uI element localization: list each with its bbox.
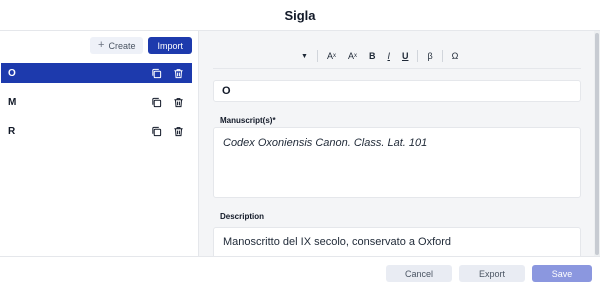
copy-icon[interactable] <box>151 126 162 137</box>
dialog-title: Sigla <box>284 7 316 23</box>
sigla-list: O M R <box>1 63 192 150</box>
manuscripts-label: Manuscript(s)* <box>220 116 276 125</box>
sigla-item-label: M <box>8 96 17 108</box>
list-actions: + Create Import <box>90 37 192 54</box>
trash-icon[interactable] <box>173 126 184 137</box>
create-label: Create <box>108 40 136 51</box>
save-button[interactable]: Save <box>532 265 592 282</box>
bold-button[interactable]: B <box>363 49 382 63</box>
sigla-editor-panel: ▼ Ax Ax B I U β Ω O Manuscript(s)* Codex… <box>199 30 600 256</box>
dialog-header: Sigla <box>0 0 600 30</box>
export-button[interactable]: Export <box>459 265 525 282</box>
sigla-item-r[interactable]: R <box>1 121 192 141</box>
superscript-button[interactable]: Ax <box>321 49 342 63</box>
scrollbar[interactable] <box>594 31 600 256</box>
toolbar-divider <box>316 50 318 62</box>
copy-icon[interactable] <box>151 68 162 79</box>
sigla-item-m[interactable]: M <box>1 92 192 112</box>
sigla-item-label: R <box>8 125 16 137</box>
siglum-field[interactable]: O <box>213 80 581 102</box>
sigla-item-o[interactable]: O <box>1 63 192 83</box>
dialog-footer: Cancel Export Save <box>0 256 600 291</box>
cancel-button[interactable]: Cancel <box>386 265 452 282</box>
description-field[interactable]: Manoscritto del IX secolo, conservato a … <box>213 227 581 256</box>
toolbar-divider <box>441 50 443 62</box>
scrollbar-thumb[interactable] <box>595 33 599 255</box>
subscript-button[interactable]: Ax <box>342 49 363 63</box>
manuscripts-field[interactable]: Codex Oxoniensis Canon. Class. Lat. 101 <box>213 127 581 198</box>
formatting-toolbar: ▼ Ax Ax B I U β Ω <box>295 49 464 63</box>
import-button[interactable]: Import <box>148 37 192 54</box>
toolbar-separator-line <box>213 68 581 69</box>
beta-symbol-button[interactable]: β <box>421 49 438 63</box>
copy-icon[interactable] <box>151 97 162 108</box>
sigla-dialog: Sigla + Create Import O M R ▼ A x A x B … <box>0 0 600 291</box>
trash-icon[interactable] <box>173 97 184 108</box>
import-label: Import <box>157 40 183 51</box>
manuscripts-value: Codex Oxoniensis Canon. Class. Lat. 101 <box>223 137 428 149</box>
trash-icon[interactable] <box>173 68 184 79</box>
dropdown-caret-icon[interactable]: ▼ <box>295 49 314 63</box>
siglum-value: O <box>222 85 231 97</box>
sigla-list-panel: + Create Import O M R <box>0 30 199 256</box>
sigla-item-label: O <box>8 67 16 79</box>
underline-button[interactable]: U <box>396 49 415 63</box>
italic-button[interactable]: I <box>381 49 396 63</box>
plus-icon: + <box>98 39 105 51</box>
create-button[interactable]: + Create <box>90 37 144 54</box>
toolbar-divider <box>417 50 419 62</box>
description-label: Description <box>220 212 265 221</box>
omega-symbol-button[interactable]: Ω <box>446 49 465 63</box>
description-value: Manoscritto del IX secolo, conservato a … <box>223 236 452 248</box>
